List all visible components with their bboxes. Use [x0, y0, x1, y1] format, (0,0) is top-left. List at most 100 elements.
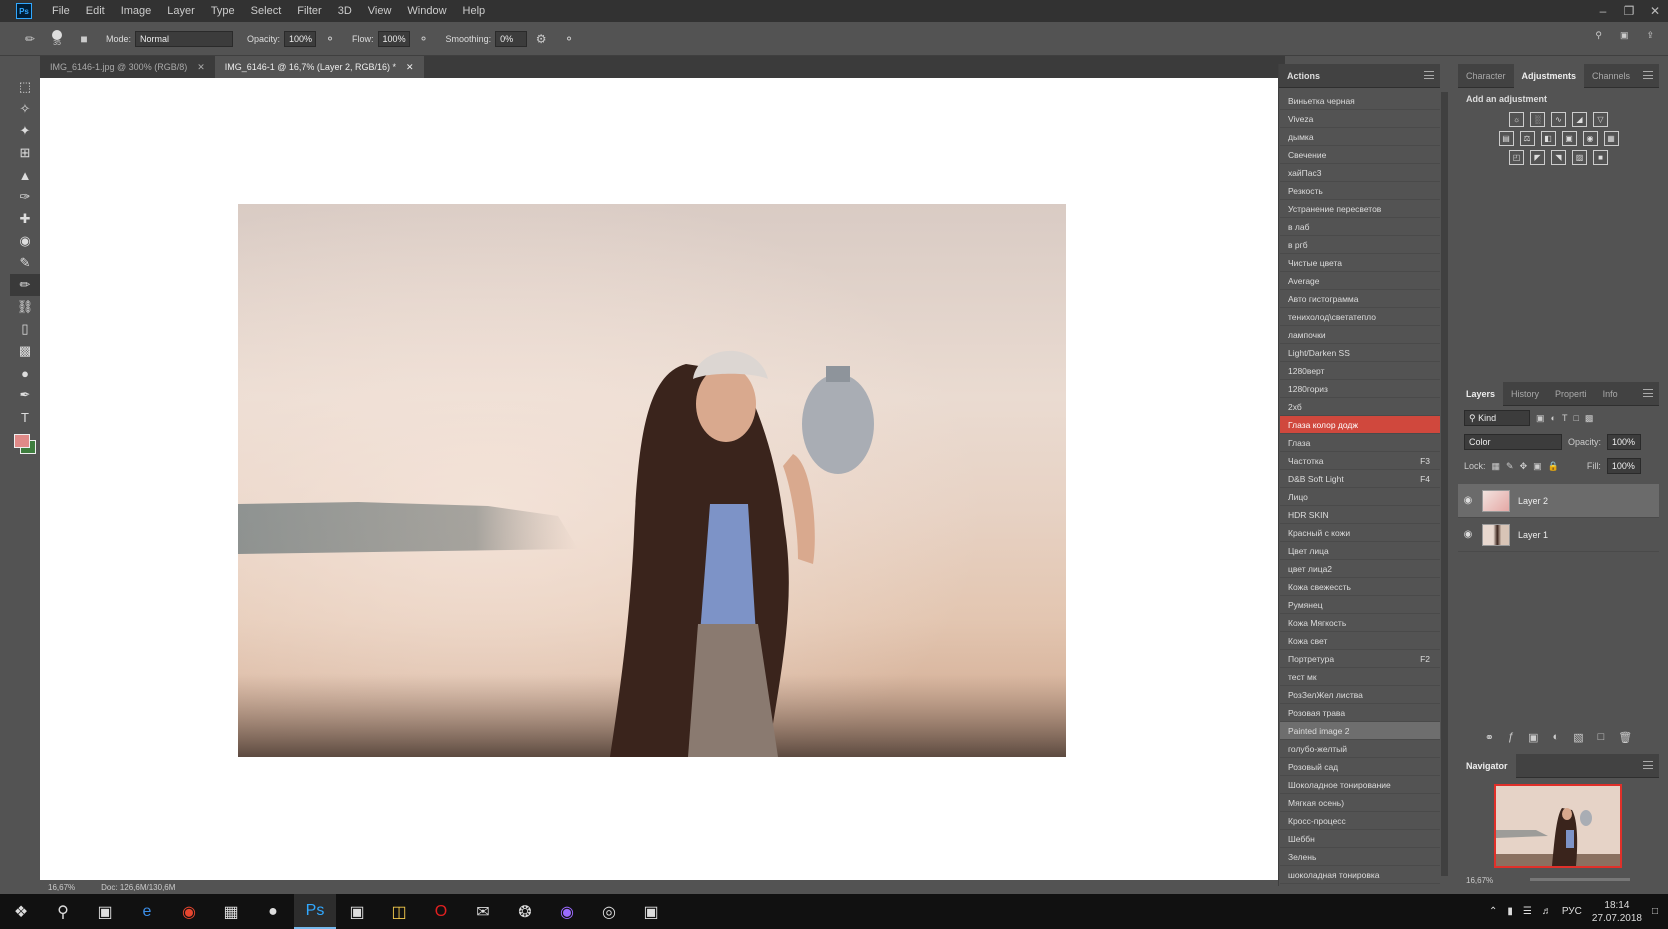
restore-button[interactable]: ❐: [1616, 0, 1642, 22]
photoshop-taskbar-icon[interactable]: Ps: [294, 894, 336, 929]
lock-pixels-icon[interactable]: ✎: [1506, 461, 1514, 472]
action-item[interactable]: тест мк: [1280, 668, 1440, 686]
quick-selection-tool-icon[interactable]: ✦: [10, 120, 40, 142]
color-lookup-icon[interactable]: ▦: [1603, 131, 1619, 146]
close-tab-icon[interactable]: ✕: [197, 62, 205, 73]
action-item[interactable]: Румянец: [1280, 596, 1440, 614]
tab-properties[interactable]: Properti: [1547, 382, 1595, 406]
filter-adjustment-icon[interactable]: ◐: [1551, 413, 1556, 423]
photo-filter-icon[interactable]: ▣: [1561, 131, 1577, 146]
status-zoom[interactable]: 16,67%: [48, 883, 75, 892]
action-item[interactable]: Глаза: [1280, 434, 1440, 452]
action-item[interactable]: Свечение: [1280, 146, 1440, 164]
menu-3d[interactable]: 3D: [330, 0, 360, 22]
vibrance-icon[interactable]: ▽: [1593, 112, 1608, 127]
opera-icon[interactable]: O: [420, 894, 462, 929]
task-view-icon[interactable]: ▣: [84, 894, 126, 929]
action-item[interactable]: хайПас3: [1280, 164, 1440, 182]
tab-history[interactable]: History: [1503, 382, 1547, 406]
action-item[interactable]: Портретура F2: [1280, 650, 1440, 668]
fill-field[interactable]: 100%: [1606, 458, 1641, 474]
eraser-tool-icon[interactable]: ▯: [10, 318, 40, 340]
aperture-icon[interactable]: ❂: [504, 894, 546, 929]
action-item[interactable]: Мягкая осень): [1280, 794, 1440, 812]
action-item[interactable]: лампочки: [1280, 326, 1440, 344]
doc-tab-1[interactable]: IMG_6146-1.jpg @ 300% (RGB/8) ✕: [40, 56, 215, 78]
brightness-contrast-icon[interactable]: ☼: [1509, 112, 1524, 127]
menu-type[interactable]: Type: [203, 0, 243, 22]
language-indicator[interactable]: РУС: [1562, 906, 1582, 917]
brush-panel-icon[interactable]: ■: [76, 31, 92, 47]
battery-icon[interactable]: ▮: [1507, 906, 1513, 917]
action-item[interactable]: Чистые цвета: [1280, 254, 1440, 272]
black-white-icon[interactable]: ◧: [1540, 131, 1556, 146]
lasso-tool-icon[interactable]: ✧: [10, 98, 40, 120]
lock-transparent-icon[interactable]: ▦: [1492, 461, 1501, 472]
action-item[interactable]: Шеббн: [1280, 830, 1440, 848]
action-item[interactable]: Кросс-процесс: [1280, 812, 1440, 830]
minimize-button[interactable]: –: [1590, 0, 1616, 22]
action-item[interactable]: голубо-желтый: [1280, 740, 1440, 758]
pressure-size-icon[interactable]: ⚬: [561, 31, 577, 47]
action-item[interactable]: шоколадная тонировка: [1280, 866, 1440, 884]
clone-stamp-tool-icon[interactable]: ⛓: [10, 296, 40, 318]
action-item[interactable]: 1280гориз: [1280, 380, 1440, 398]
threshold-icon[interactable]: ◥: [1551, 150, 1566, 165]
exposure-icon[interactable]: ◢: [1572, 112, 1587, 127]
action-item[interactable]: Кожа свежессть: [1280, 578, 1440, 596]
app-w-icon[interactable]: ●: [252, 894, 294, 929]
pressure-opacity-icon[interactable]: ⚬: [322, 31, 338, 47]
menu-layer[interactable]: Layer: [159, 0, 203, 22]
chrome-icon[interactable]: ◉: [168, 894, 210, 929]
panel-menu-icon[interactable]: [1424, 71, 1434, 79]
invert-icon[interactable]: ◰: [1509, 150, 1524, 165]
frame-tool-icon[interactable]: ▲: [10, 164, 40, 186]
doc-tab-2[interactable]: IMG_6146-1 @ 16,7% (Layer 2, RGB/16) * ✕: [214, 56, 424, 78]
close-button[interactable]: ✕: [1642, 0, 1668, 22]
mode-select[interactable]: Normal: [135, 30, 234, 47]
navigator-zoom-slider[interactable]: [1530, 878, 1630, 881]
layer-row-layer-1[interactable]: ◉ Layer 1: [1458, 518, 1659, 552]
hue-saturation-icon[interactable]: ▤: [1498, 131, 1514, 146]
layer-kind-filter[interactable]: ⚲ Kind: [1464, 410, 1530, 426]
action-item[interactable]: Кожа свет: [1280, 632, 1440, 650]
tab-navigator[interactable]: Navigator: [1458, 753, 1516, 778]
color-swatches[interactable]: [10, 428, 40, 468]
target-icon[interactable]: ◎: [588, 894, 630, 929]
show-hidden-icons-chevron-icon[interactable]: ⌃: [1489, 906, 1497, 917]
brush-preset-picker[interactable]: 35: [44, 30, 70, 47]
action-item[interactable]: Painted image 2: [1280, 722, 1440, 740]
visibility-eye-icon[interactable]: ◉: [1458, 529, 1478, 540]
smoothing-field[interactable]: 0%: [495, 30, 528, 47]
action-item[interactable]: Цвет лица: [1280, 542, 1440, 560]
action-item[interactable]: в лаб: [1280, 218, 1440, 236]
brush-tool-icon[interactable]: ✏: [22, 31, 38, 47]
search-icon[interactable]: ⚲: [42, 894, 84, 929]
link-layers-icon[interactable]: ⚭: [1485, 731, 1494, 744]
maps-pin-icon[interactable]: ◉: [546, 894, 588, 929]
levels-icon[interactable]: ░: [1530, 112, 1545, 127]
layer-opacity-field[interactable]: 100%: [1607, 434, 1642, 450]
eyedropper-tool-icon[interactable]: ✑: [10, 186, 40, 208]
gradient-tool-icon[interactable]: ▩: [10, 340, 40, 362]
mail-icon[interactable]: ✉: [462, 894, 504, 929]
action-item[interactable]: Красный с кожи: [1280, 524, 1440, 542]
action-item[interactable]: Лицо: [1280, 488, 1440, 506]
canvas-area[interactable]: [40, 78, 1285, 880]
close-tab-icon[interactable]: ✕: [406, 62, 414, 73]
tab-info[interactable]: Info: [1595, 382, 1626, 406]
network-icon[interactable]: ☰: [1523, 906, 1532, 917]
action-item[interactable]: 2хб: [1280, 398, 1440, 416]
healing-brush-tool-icon[interactable]: ✚: [10, 208, 40, 230]
action-item[interactable]: дымка: [1280, 128, 1440, 146]
action-item[interactable]: D&B Soft Light F4: [1280, 470, 1440, 488]
tab-adjustments[interactable]: Adjustments: [1513, 63, 1585, 88]
actions-panel-title[interactable]: Actions: [1287, 71, 1320, 81]
action-item[interactable]: Зелень: [1280, 848, 1440, 866]
panel-menu-icon[interactable]: [1643, 71, 1653, 79]
action-item[interactable]: Кожа Мягкость: [1280, 614, 1440, 632]
crop-tool-icon[interactable]: ⊞: [10, 142, 40, 164]
action-item[interactable]: в ргб: [1280, 236, 1440, 254]
navigator-preview[interactable]: [1494, 784, 1622, 868]
airbrush-icon[interactable]: ⚬: [416, 31, 432, 47]
